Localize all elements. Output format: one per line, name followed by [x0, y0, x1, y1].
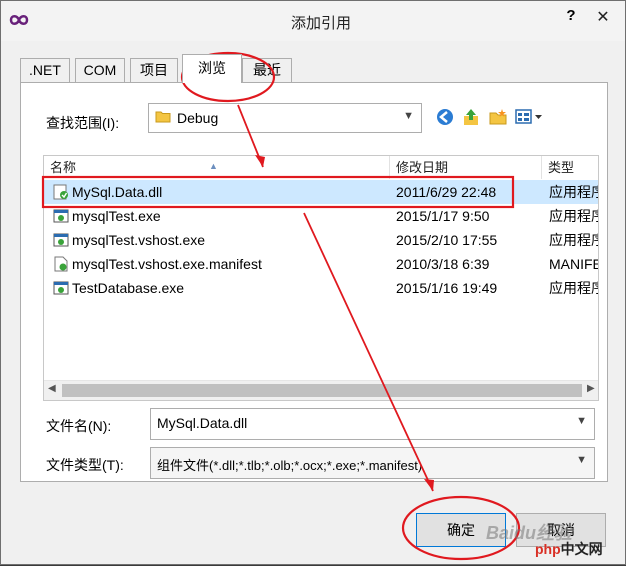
chevron-down-icon: ▼ [576, 415, 587, 427]
file-name: MySql.Data.dll [72, 184, 163, 200]
filetype-label: 文件类型(T): [46, 457, 124, 473]
file-name: mysqlTest.exe [72, 208, 161, 224]
new-folder-icon[interactable] [488, 107, 508, 127]
column-name-label: 名称 [50, 160, 77, 175]
file-type: 应用程序 [549, 232, 598, 248]
filename-label: 文件名(N): [46, 418, 112, 434]
file-name: mysqlTest.vshost.exe [72, 232, 206, 248]
file-type: MANIFEST [549, 256, 598, 272]
tab-com[interactable]: COM [75, 58, 125, 82]
column-date[interactable]: 修改日期 [390, 156, 542, 179]
file-row[interactable]: mysqlTest.exe 2015/1/17 9:50 应用程序 [44, 204, 598, 228]
exe-icon [53, 233, 69, 247]
tab-browse[interactable]: 浏览 [182, 54, 242, 83]
file-row[interactable]: TestDatabase.exe 2015/1/16 19:49 应用程序 [44, 276, 598, 300]
file-type: 应用程序扩展 [549, 184, 598, 200]
look-in-combo[interactable]: Debug ▼ [148, 103, 422, 133]
scrollbar-thumb[interactable] [62, 384, 582, 397]
file-date: 2015/1/17 9:50 [396, 208, 490, 224]
horizontal-scrollbar[interactable]: ◀ ▶ [44, 380, 598, 400]
exe-icon [53, 281, 69, 295]
folder-icon [155, 111, 171, 123]
file-row[interactable]: mysqlTest.vshost.exe.manifest 2010/3/18 … [44, 252, 598, 276]
tab-projects[interactable]: 项目 [130, 58, 178, 82]
tab-net[interactable]: .NET [20, 58, 70, 82]
filename-value: MySql.Data.dll [157, 415, 248, 431]
file-row[interactable]: MySql.Data.dll 2011/6/29 22:48 应用程序扩展 [44, 180, 598, 204]
site-logo: php中文网 [535, 539, 603, 559]
scroll-left-icon[interactable]: ◀ [48, 383, 56, 394]
column-type[interactable]: 类型 [542, 156, 598, 179]
filetype-combo[interactable]: 组件文件(*.dll;*.tlb;*.olb;*.ocx;*.exe;*.man… [150, 447, 595, 479]
file-date: 2010/3/18 6:39 [396, 256, 490, 272]
file-date: 2015/1/16 19:49 [396, 280, 498, 296]
look-in-value: Debug [177, 110, 219, 126]
file-date: 2015/2/10 17:55 [396, 232, 498, 248]
chevron-down-icon: ▼ [403, 110, 414, 122]
filetype-value: 组件文件(*.dll;*.tlb;*.olb;*.ocx;*.exe;*.man… [157, 458, 423, 473]
tab-recent[interactable]: 最近 [242, 58, 292, 82]
file-date: 2011/6/29 22:48 [396, 184, 497, 200]
logo-text: 中文网 [560, 541, 603, 557]
logo-mark: php [535, 541, 561, 557]
file-name: TestDatabase.exe [72, 280, 185, 296]
back-icon[interactable] [435, 107, 455, 127]
file-row[interactable]: mysqlTest.vshost.exe 2015/2/10 17:55 应用程… [44, 228, 598, 252]
close-button[interactable]: ✕ [582, 4, 624, 32]
look-in-label: 查找范围(I): [46, 115, 120, 131]
sort-ascending-icon: ▲ [209, 161, 218, 171]
title-bar: 添加引用 ? ✕ [1, 1, 625, 41]
chevron-down-icon: ▼ [576, 454, 587, 466]
scroll-right-icon[interactable]: ▶ [587, 383, 595, 394]
manifest-icon [54, 256, 68, 272]
column-name[interactable]: 名称 ▲ [44, 156, 390, 179]
file-type: 应用程序 [549, 280, 598, 296]
file-name: mysqlTest.vshost.exe.manifest [72, 256, 262, 272]
file-type: 应用程序 [549, 208, 598, 224]
file-list: 名称 ▲ 修改日期 类型 MySql.Data.dll 2011/6/29 22… [43, 155, 599, 401]
dialog-title: 添加引用 [290, 15, 351, 32]
add-reference-dialog: 添加引用 ? ✕ .NET COM 项目 浏览 最近 查找范围(I): Debu… [0, 0, 626, 565]
dll-icon [53, 184, 68, 200]
filename-combo[interactable]: MySql.Data.dll ▼ [150, 408, 595, 440]
view-menu-icon[interactable] [515, 107, 545, 127]
up-folder-icon[interactable] [461, 107, 481, 127]
help-button[interactable]: ? [561, 7, 581, 29]
exe-icon [53, 209, 69, 223]
